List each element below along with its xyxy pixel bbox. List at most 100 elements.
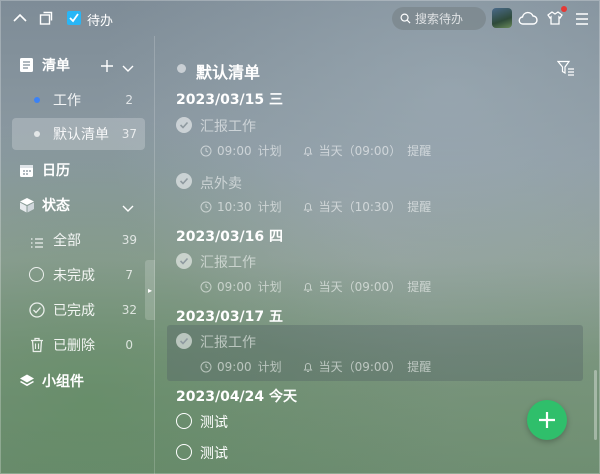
bell-icon — [303, 282, 313, 292]
task-time: 09:00 — [217, 279, 252, 294]
task-remind-label: 提醒 — [407, 200, 432, 214]
sidebar-widgets-label: 小组件 — [42, 374, 84, 390]
task-checkbox-checked[interactable] — [176, 333, 192, 349]
task-plan-label: 计划 — [257, 144, 282, 158]
task-meta: 10:30 计划 当天（10:30） 提醒 — [200, 198, 437, 215]
sidebar-item-widgets[interactable]: 小组件 — [0, 366, 155, 396]
task-checkbox-checked[interactable] — [176, 253, 192, 269]
date-group-header: 2023/03/16 四 — [176, 229, 284, 245]
pin-window-icon[interactable] — [38, 10, 54, 26]
task-checkbox-checked[interactable] — [176, 173, 192, 189]
task-checkbox-checked[interactable] — [176, 117, 192, 133]
bell-icon — [303, 146, 313, 156]
app-title: 待办 — [87, 14, 114, 29]
search-placeholder: 搜索待办 — [415, 12, 464, 26]
sidebar-item-label: 工作 — [53, 93, 81, 109]
bell-icon — [303, 362, 313, 372]
task-remind: 当天（09:00） — [318, 280, 402, 294]
sidebar-status-label: 状态 — [42, 198, 70, 214]
sidebar-item-label: 默认清单 — [53, 127, 109, 143]
clock-icon — [200, 281, 212, 292]
task-remind: 当天（09:00） — [318, 360, 402, 374]
calendar-icon — [19, 163, 34, 182]
sidebar-item-label: 全部 — [53, 233, 81, 249]
search-input[interactable]: 搜索待办 — [392, 7, 486, 30]
task-title[interactable]: 汇报工作 — [200, 116, 256, 136]
task-remind-label: 提醒 — [407, 280, 432, 294]
sidebar-item-count: 39 — [121, 233, 137, 247]
filter-icon[interactable] — [556, 60, 575, 80]
task-plan-label: 计划 — [257, 360, 282, 374]
task-title[interactable]: 汇报工作 — [200, 332, 256, 352]
list-icon — [19, 57, 34, 77]
task-meta: 09:00 计划 当天（09:00） 提醒 — [200, 358, 437, 375]
skin-shirt-icon[interactable] — [547, 10, 563, 30]
task-title[interactable]: 测试 — [200, 443, 228, 463]
task-remind: 当天（09:00） — [318, 144, 402, 158]
sidebar-lists-header[interactable]: 清单 — [0, 50, 155, 80]
task-time: 09:00 — [217, 359, 252, 374]
task-title[interactable]: 测试 — [200, 412, 228, 432]
chevron-right-icon: ▸ — [147, 285, 152, 295]
cloud-sync-icon[interactable] — [518, 9, 538, 31]
clock-icon — [200, 201, 212, 212]
layers-icon — [19, 373, 35, 393]
trash-icon — [30, 337, 44, 357]
task-time: 09:00 — [217, 143, 252, 158]
task-time: 10:30 — [217, 199, 252, 214]
task-title[interactable]: 汇报工作 — [200, 252, 256, 272]
date-group-header: 2023/04/24 今天 — [176, 389, 298, 405]
add-list-icon[interactable] — [100, 58, 114, 77]
task-meta: 09:00 计划 当天（09:00） 提醒 — [200, 278, 437, 295]
date-group-header: 2023/03/17 五 — [176, 309, 284, 325]
task-checkbox[interactable] — [176, 444, 192, 460]
sidebar-item-label: 已删除 — [53, 338, 95, 354]
sidebar-item-completed[interactable]: 已完成 32 — [0, 295, 155, 325]
task-plan-label: 计划 — [257, 200, 282, 214]
task-checkbox[interactable] — [176, 413, 192, 429]
chevron-down-icon[interactable] — [121, 59, 135, 78]
check-circle-icon — [29, 302, 45, 322]
title-bar: 待办 搜索待办 — [0, 0, 600, 36]
list-color-dot — [34, 97, 40, 103]
empty-circle-icon — [29, 267, 44, 282]
task-title[interactable]: 点外卖 — [200, 173, 242, 193]
list-color-dot — [177, 64, 186, 73]
sidebar-item-count: 32 — [121, 303, 137, 317]
sidebar-item-incomplete[interactable]: 未完成 7 — [0, 260, 155, 290]
sidebar-item-label: 未完成 — [53, 268, 95, 284]
bell-icon — [303, 202, 313, 212]
avatar[interactable] — [492, 8, 512, 28]
sidebar-lists-label: 清单 — [42, 58, 70, 74]
date-group-header: 2023/03/15 三 — [176, 92, 284, 108]
page-title: 默认清单 — [196, 63, 261, 82]
collapse-up-icon[interactable] — [12, 10, 28, 26]
sidebar-status-header[interactable]: 状态 — [0, 190, 155, 220]
list-bullets-icon — [30, 234, 44, 253]
task-plan-label: 计划 — [257, 280, 282, 294]
sidebar-item-default-list[interactable]: 默认清单 37 — [0, 119, 155, 149]
clock-icon — [200, 361, 212, 372]
scrollbar[interactable] — [594, 370, 597, 440]
list-color-dot — [34, 131, 40, 137]
clock-icon — [200, 145, 212, 156]
sidebar-item-work[interactable]: 工作 2 — [0, 85, 155, 115]
menu-icon[interactable] — [575, 11, 589, 30]
sidebar-item-count: 2 — [125, 93, 133, 107]
search-icon — [400, 9, 411, 28]
sidebar-item-deleted[interactable]: 已删除 0 — [0, 330, 155, 360]
task-remind-label: 提醒 — [407, 144, 432, 158]
cube-icon — [19, 197, 35, 217]
plus-icon — [539, 412, 555, 428]
notification-badge — [561, 6, 567, 12]
sidebar-collapse-handle[interactable]: ▸ — [145, 260, 155, 320]
sidebar-item-count: 37 — [121, 127, 137, 141]
chevron-down-icon[interactable] — [121, 199, 135, 218]
task-remind: 当天（10:30） — [318, 200, 402, 214]
sidebar-item-count: 0 — [125, 338, 133, 352]
add-task-button[interactable] — [527, 400, 567, 440]
task-remind-label: 提醒 — [407, 360, 432, 374]
sidebar-item-calendar[interactable]: 日历 — [0, 155, 155, 185]
sidebar-item-all[interactable]: 全部 39 — [0, 225, 155, 255]
sidebar-item-count: 7 — [125, 268, 133, 282]
